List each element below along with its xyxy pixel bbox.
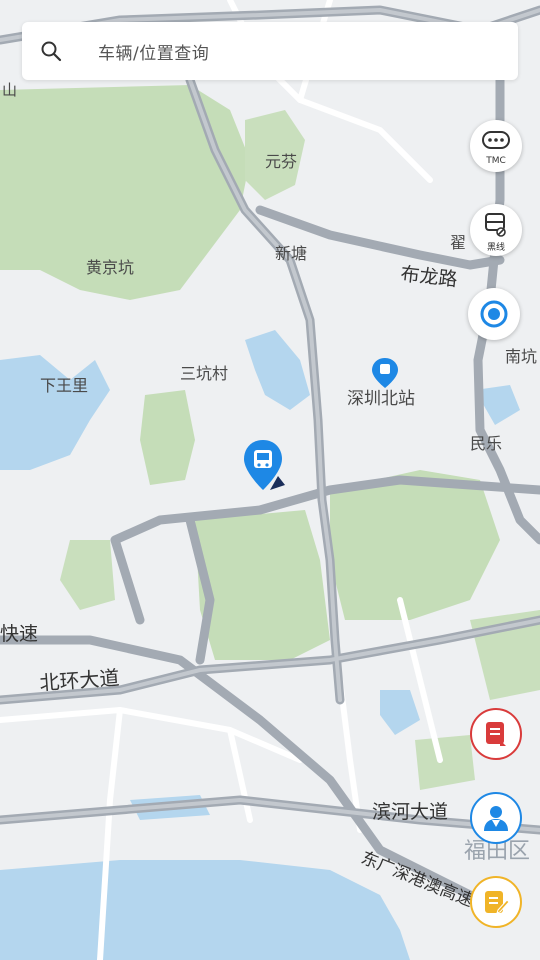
alarm-list-icon — [486, 722, 506, 746]
map-label-minle: 民乐 — [470, 434, 502, 453]
search-bar[interactable]: 车辆/位置查询 — [22, 22, 518, 80]
park-area — [140, 390, 195, 485]
driver-icon — [484, 806, 508, 831]
map-label-nankeng: 南坑 — [505, 347, 537, 366]
tmc-label: TMC — [486, 156, 506, 166]
map-label-sankengcun: 三坑村 — [180, 364, 228, 383]
route-label: 黑线 — [486, 243, 505, 253]
alarm-button[interactable] — [470, 708, 522, 760]
map-label-xintang: 新塘 — [275, 244, 307, 263]
traffic-chat-icon — [482, 131, 510, 149]
tmc-button[interactable]: TMC — [470, 120, 522, 172]
driver-button[interactable] — [470, 792, 522, 844]
locate-icon — [480, 300, 508, 328]
search-placeholder: 车辆/位置查询 — [98, 44, 210, 64]
vehicle-route-icon — [485, 213, 506, 237]
map-label-yuanfen: 元芬 — [265, 152, 297, 171]
map-label-xiawangli: 下王里 — [40, 376, 88, 395]
map-label-huangjingkeng: 黄京坑 — [86, 258, 134, 277]
map-label-top-right-edge: 翟 — [450, 233, 466, 252]
map-label-binhe: 滨河大道 — [372, 801, 448, 823]
map-label-top-left-edge: 山 — [2, 81, 17, 99]
note-edit-icon — [485, 891, 510, 914]
map-label-kuaisu: 快速 — [0, 623, 38, 645]
map-label-shenzhen-north: 深圳北站 — [347, 389, 415, 409]
map-canvas[interactable]: 元芬 新塘 黄京坑 布龙路 三坑村 下王里 深圳北站 南坑 民乐 快速 北环大道… — [0, 0, 540, 960]
note-button[interactable] — [470, 876, 522, 928]
search-icon — [41, 41, 62, 62]
park-area — [195, 510, 330, 660]
route-button[interactable]: 黑线 — [470, 204, 522, 256]
locate-button[interactable] — [468, 288, 520, 340]
